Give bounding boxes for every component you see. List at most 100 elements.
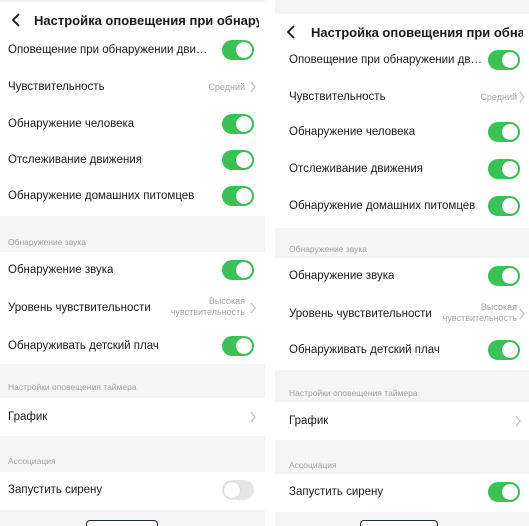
sensitivity-label: Чувствительность [289, 91, 386, 103]
sound-detection-row[interactable]: Обнаружение звука [275, 264, 529, 288]
back-arrow-icon[interactable] [281, 22, 301, 42]
pet-detection-label: Обнаружение домашних питомцев [289, 200, 476, 212]
association-group: Запустить сирену [0, 472, 265, 510]
toggle-knob [236, 338, 252, 354]
panel-divider [265, 0, 275, 526]
section-header-sound: Обнаружение звука [8, 237, 86, 247]
toggle-knob [502, 198, 518, 214]
toggle-knob [502, 52, 518, 68]
motion-group: Оповещение при обнаружении движ... Чувст… [275, 48, 529, 228]
page-title: Настройка оповещения при обнаруж... [34, 12, 259, 28]
sound-sensitivity-value-line1: Высокая [480, 302, 517, 312]
timer-group: График [275, 402, 529, 440]
sound-sensitivity-value: Высокая чувствительность [443, 302, 517, 324]
sound-sensitivity-value-line2: чувствительность [442, 313, 517, 323]
timer-group: График [0, 398, 265, 436]
section-header-sound: Обнаружение звука [289, 244, 367, 254]
baby-cry-row[interactable]: Обнаруживать детский плач [275, 338, 529, 362]
header: Настройка оповещения при обнаруж... [0, 2, 265, 38]
siren-toggle[interactable] [488, 482, 520, 502]
sound-group: Обнаружение звука Уровень чувствительнос… [0, 252, 265, 364]
sound-sensitivity-value-line1: Высокая [208, 296, 245, 306]
toggle-knob [236, 152, 252, 168]
sound-detection-toggle[interactable] [488, 266, 520, 286]
motion-tracking-row[interactable]: Отслеживание движения [275, 157, 529, 181]
schedule-label: График [8, 411, 48, 423]
baby-cry-toggle[interactable] [488, 340, 520, 360]
sensitivity-value: Средний [480, 92, 517, 102]
sound-sensitivity-value: Высокая чувствительность [171, 296, 245, 318]
toggle-knob [502, 268, 518, 284]
sound-detection-toggle[interactable] [222, 260, 254, 280]
human-detection-label: Обнаружение человека [289, 126, 416, 138]
sound-detection-label: Обнаружение звука [289, 270, 395, 282]
pet-detection-toggle[interactable] [488, 196, 520, 216]
sound-detection-label: Обнаружение звука [8, 264, 114, 276]
motion-tracking-label: Отслеживание движения [8, 154, 143, 166]
motion-alert-label: Оповещение при обнаружении движ... [289, 54, 485, 66]
motion-alert-row[interactable]: Оповещение при обнаружении движ... [275, 48, 529, 72]
sound-sensitivity-row[interactable]: Уровень чувствительности Высокая чувстви… [0, 294, 265, 322]
pet-detection-row[interactable]: Обнаружение домашних питомцев [275, 194, 529, 218]
baby-cry-row[interactable]: Обнаруживать детский плач [0, 334, 265, 358]
motion-alert-label: Оповещение при обнаружении движ... [8, 44, 213, 56]
sound-sensitivity-label: Уровень чувствительности [8, 302, 151, 314]
schedule-row[interactable]: График [0, 405, 265, 429]
settings-screen-left: Настройка оповещения при обнаруж... Опов… [0, 0, 265, 526]
motion-alert-toggle[interactable] [222, 40, 254, 60]
human-detection-toggle[interactable] [488, 122, 520, 142]
human-detection-toggle[interactable] [222, 114, 254, 134]
home-indicator [360, 520, 438, 526]
toggle-knob [224, 482, 240, 498]
association-group: Запустить сирену [275, 474, 529, 512]
chevron-right-icon [519, 91, 525, 103]
motion-tracking-toggle[interactable] [222, 150, 254, 170]
settings-screen-right: Настройка оповещения при обнаруж... Опов… [275, 0, 529, 526]
toggle-knob [236, 188, 252, 204]
chevron-right-icon [250, 411, 256, 423]
sound-sensitivity-value-line2: чувствительность [170, 307, 245, 317]
motion-tracking-toggle[interactable] [488, 159, 520, 179]
siren-label: Запустить сирену [289, 486, 384, 498]
human-detection-label: Обнаружение человека [8, 118, 135, 130]
siren-label: Запустить сирену [8, 484, 103, 496]
home-indicator [86, 520, 158, 526]
section-header-association: Ассоциация [8, 456, 56, 466]
section-header-timer: Настройки оповещения таймера [289, 388, 418, 398]
motion-tracking-label: Отслеживание движения [289, 163, 424, 175]
toggle-knob [502, 161, 518, 177]
page-title: Настройка оповещения при обнаруж... [311, 24, 523, 40]
sound-detection-row[interactable]: Обнаружение звука [0, 258, 265, 282]
pet-detection-row[interactable]: Обнаружение домашних питомцев [0, 184, 265, 208]
pet-detection-label: Обнаружение домашних питомцев [8, 190, 195, 202]
motion-tracking-row[interactable]: Отслеживание движения [0, 148, 265, 172]
schedule-label: График [289, 415, 329, 427]
siren-row[interactable]: Запустить сирену [0, 478, 265, 502]
motion-alert-row[interactable]: Оповещение при обнаружении движ... [0, 38, 265, 62]
toggle-knob [236, 42, 252, 58]
pet-detection-toggle[interactable] [222, 186, 254, 206]
sound-sensitivity-row[interactable]: Уровень чувствительности Высокая чувстви… [275, 300, 529, 328]
toggle-knob [502, 484, 518, 500]
chevron-right-icon [250, 302, 256, 314]
chevron-right-icon [250, 81, 256, 93]
motion-alert-toggle[interactable] [488, 50, 520, 70]
sound-group: Обнаружение звука Уровень чувствительнос… [275, 258, 529, 370]
toggle-knob [236, 116, 252, 132]
baby-cry-label: Обнаруживать детский плач [8, 340, 159, 352]
baby-cry-toggle[interactable] [222, 336, 254, 356]
motion-group: Оповещение при обнаружении движ... Чувст… [0, 38, 265, 216]
baby-cry-label: Обнаруживать детский плач [289, 344, 440, 356]
human-detection-row[interactable]: Обнаружение человека [275, 120, 529, 144]
human-detection-row[interactable]: Обнаружение человека [0, 112, 265, 136]
section-header-association: Ассоциация [289, 460, 337, 470]
sensitivity-row[interactable]: Чувствительность Средний [275, 85, 529, 109]
siren-row[interactable]: Запустить сирену [275, 480, 529, 504]
sensitivity-row[interactable]: Чувствительность Средний [0, 75, 265, 99]
back-arrow-icon[interactable] [6, 10, 26, 30]
toggle-knob [502, 342, 518, 358]
siren-toggle[interactable] [222, 480, 254, 500]
sensitivity-label: Чувствительность [8, 81, 105, 93]
chevron-right-icon [519, 308, 525, 320]
schedule-row[interactable]: График [275, 409, 529, 433]
